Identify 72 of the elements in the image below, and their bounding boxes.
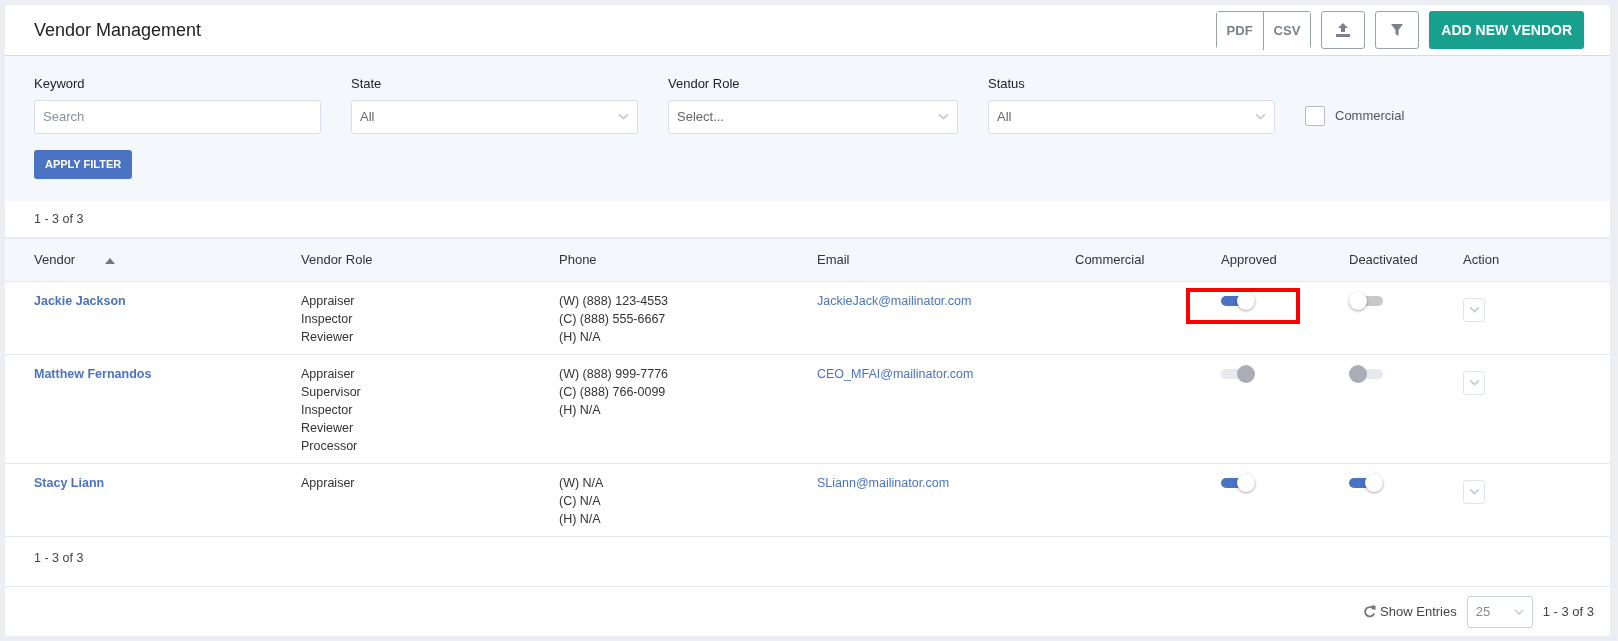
page-range: 1 - 3 of 3 xyxy=(1542,602,1594,621)
chevron-down-icon xyxy=(1468,488,1480,496)
vendor-role: Appraiser xyxy=(301,365,356,383)
record-count: 1 - 3 of 3 xyxy=(33,549,85,567)
column-header: Commercial xyxy=(1075,252,1145,268)
search-field[interactable]: Search xyxy=(34,99,321,134)
vendor-role: Processor xyxy=(301,437,359,455)
filter-button[interactable] xyxy=(1375,11,1420,49)
upload-button[interactable] xyxy=(1321,11,1366,49)
checkbox-label: Commercial xyxy=(1335,106,1405,125)
phone-number: (W) (888) 999-7776 xyxy=(559,365,670,383)
column-header[interactable]: Vendor xyxy=(34,252,76,268)
record-count: 1 - 3 of 3 xyxy=(33,210,85,228)
toggle-switch[interactable] xyxy=(1349,473,1383,492)
vendor-link[interactable]: Stacy Liann xyxy=(34,475,105,490)
vendor-link[interactable]: Matthew Fernandos xyxy=(34,366,152,381)
field-label: State xyxy=(351,75,383,93)
show-entries-label: Show Entries xyxy=(1380,602,1457,621)
field-label: Keyword xyxy=(34,75,86,93)
phone-number: (H) N/A xyxy=(559,510,602,528)
chevron-down-icon xyxy=(1468,306,1480,314)
vendor-role: Supervisor xyxy=(301,383,362,401)
phone-number: (H) N/A xyxy=(559,401,602,419)
chevron-down-icon xyxy=(938,113,949,120)
export-button[interactable]: CSV xyxy=(1262,12,1311,50)
select-field[interactable]: All xyxy=(988,99,1275,134)
sort-ascending-icon[interactable] xyxy=(105,257,116,264)
column-header: Action xyxy=(1463,252,1500,268)
toggle-switch[interactable] xyxy=(1221,291,1255,310)
email-link[interactable]: CEO_MFAI@mailinator.com xyxy=(817,366,974,381)
chevron-down-icon xyxy=(1468,379,1480,387)
chevron-down-icon xyxy=(1513,608,1524,615)
vendor-link[interactable]: Jackie Jackson xyxy=(34,293,126,308)
field-label: Vendor Role xyxy=(668,75,741,93)
column-header: Approved xyxy=(1221,252,1277,268)
field-label: Status xyxy=(988,75,1026,93)
action-dropdown[interactable] xyxy=(1463,370,1485,395)
filter-icon xyxy=(1390,23,1405,37)
add-vendor-button[interactable]: ADD NEW VENDOR xyxy=(1429,11,1584,49)
vendor-role: Inspector xyxy=(301,310,354,328)
chevron-down-icon xyxy=(618,113,629,120)
column-header: Vendor Role xyxy=(301,252,373,268)
checkbox[interactable] xyxy=(1305,105,1325,126)
column-header: Deactivated xyxy=(1349,252,1418,268)
phone-number: (H) N/A xyxy=(559,328,602,346)
phone-number: (C) (888) 555-6667 xyxy=(559,310,667,328)
phone-number: (C) (888) 766-0099 xyxy=(559,383,667,401)
select-field[interactable]: Select... xyxy=(668,99,958,134)
column-header: Email xyxy=(817,252,850,268)
phone-number: (W) (888) 123-4553 xyxy=(559,292,670,310)
toggle-switch[interactable] xyxy=(1221,473,1255,492)
action-dropdown[interactable] xyxy=(1463,297,1485,322)
apply-filter-button[interactable]: APPLY FILTER xyxy=(34,149,133,179)
page-title: Vendor Management xyxy=(34,18,202,42)
vendor-role: Appraiser xyxy=(301,292,356,310)
email-link[interactable]: JackieJack@mailinator.com xyxy=(817,293,972,308)
select-field[interactable]: All xyxy=(351,99,638,134)
toggle-switch[interactable] xyxy=(1349,291,1383,310)
email-link[interactable]: SLiann@mailinator.com xyxy=(817,475,950,490)
export-button[interactable]: PDF xyxy=(1216,12,1263,50)
refresh-icon xyxy=(1363,605,1377,618)
upload-icon xyxy=(1335,22,1352,38)
vendor-role: Reviewer xyxy=(301,328,355,346)
vendor-role: Appraiser xyxy=(301,474,356,492)
action-dropdown[interactable] xyxy=(1463,479,1485,504)
phone-number: (C) N/A xyxy=(559,492,602,510)
chevron-down-icon xyxy=(1255,113,1266,120)
page-size-select[interactable]: 25 xyxy=(1466,595,1533,628)
vendor-role: Reviewer xyxy=(301,419,355,437)
column-header: Phone xyxy=(559,252,597,268)
phone-number: (W) N/A xyxy=(559,474,605,492)
vendor-role: Inspector xyxy=(301,401,354,419)
